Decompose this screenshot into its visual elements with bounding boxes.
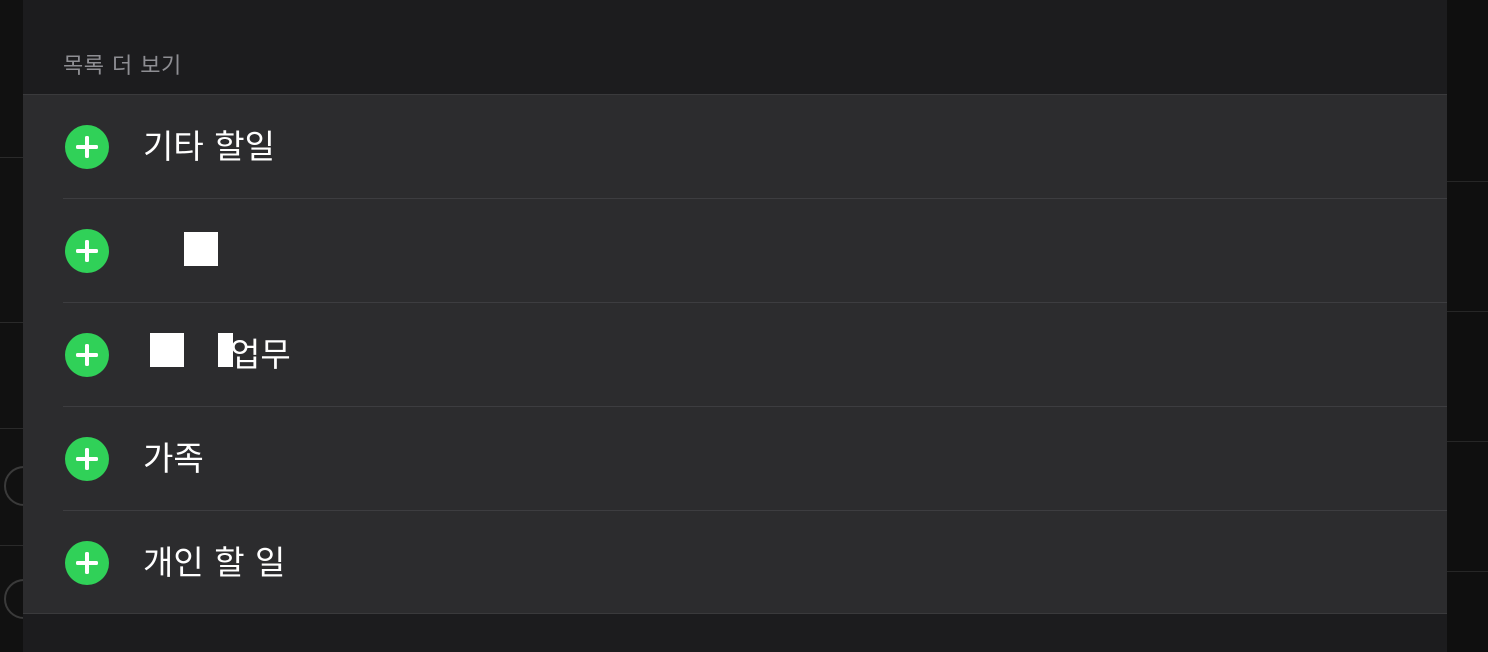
redaction-box [150, 333, 184, 367]
more-lists-list: 기타 할일 업무 가족 개인 할 일 [23, 94, 1447, 614]
background-divider [0, 428, 23, 429]
redaction-box [218, 333, 233, 367]
list-item-label: 개인 할 일 [143, 543, 286, 582]
list-item-label: 기타 할일 [143, 127, 275, 166]
add-list-button[interactable] [65, 229, 109, 273]
background-divider [0, 157, 23, 158]
add-list-button[interactable] [65, 125, 109, 169]
background-list-right [1447, 0, 1488, 652]
add-list-button[interactable] [65, 437, 109, 481]
redaction-box [184, 232, 218, 266]
list-item[interactable]: 업무 [23, 303, 1447, 407]
background-list-left [0, 0, 44, 652]
list-item[interactable]: 개인 할 일 [23, 511, 1447, 615]
section-header: 목록 더 보기 [63, 54, 182, 79]
background-divider [0, 545, 23, 546]
list-item[interactable] [23, 199, 1447, 303]
list-item[interactable]: 기타 할일 [23, 95, 1447, 199]
background-divider [1447, 311, 1488, 312]
more-lists-sheet: 목록 더 보기 기타 할일 업무 가족 개인 할 일 [23, 0, 1447, 652]
background-divider [1447, 571, 1488, 572]
list-item[interactable]: 가족 [23, 407, 1447, 511]
background-divider [0, 322, 23, 323]
add-list-button[interactable] [65, 333, 109, 377]
list-item-label: 가족 [143, 439, 204, 478]
background-divider [1447, 181, 1488, 182]
add-list-button[interactable] [65, 541, 109, 585]
background-divider [1447, 441, 1488, 442]
list-item-label: 업무 [230, 335, 291, 374]
